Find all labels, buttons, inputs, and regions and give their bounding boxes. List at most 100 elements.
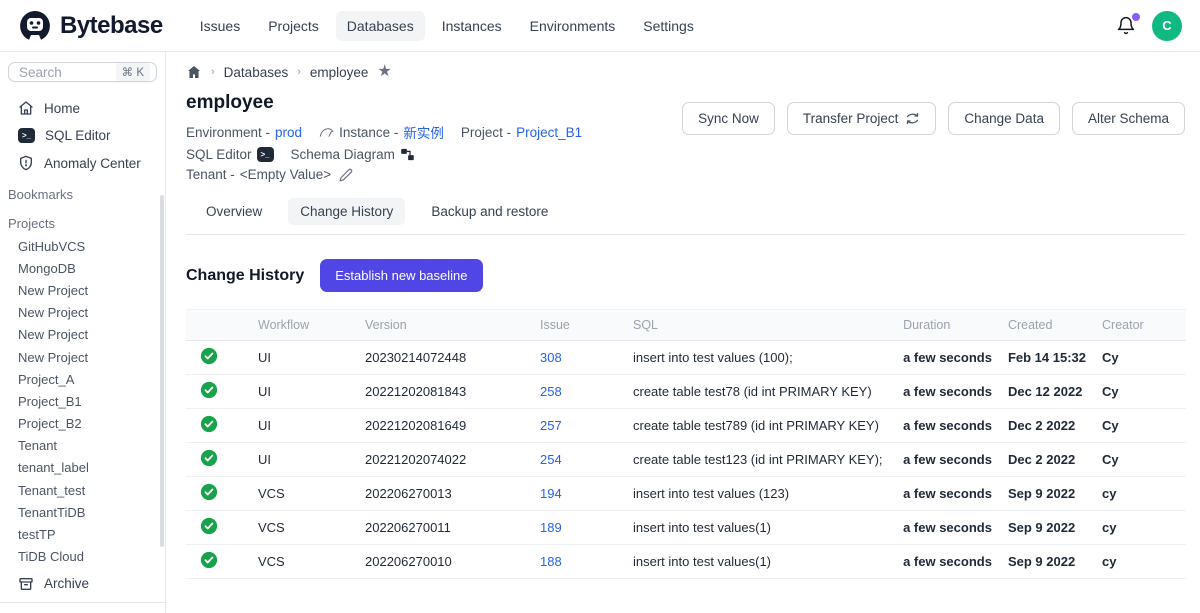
breadcrumb-employee[interactable]: employee xyxy=(310,65,369,80)
instance-link[interactable]: 新实例 xyxy=(403,122,444,142)
sidebar-project-item[interactable]: testTP xyxy=(0,523,165,545)
home-breadcrumb-icon[interactable] xyxy=(186,64,202,80)
edit-pencil-icon[interactable] xyxy=(339,168,353,182)
schema-diagram-icon xyxy=(400,147,415,162)
workflow-cell: VCS xyxy=(250,511,357,545)
nav-item-environments[interactable]: Environments xyxy=(519,11,627,41)
brand-name: Bytebase xyxy=(60,12,163,40)
sql-editor-label: SQL Editor xyxy=(186,147,252,162)
schema-diagram-shortcut[interactable]: Schema Diagram xyxy=(291,147,415,162)
status-column-header xyxy=(186,310,250,341)
sidebar-item-sql-editor[interactable]: >_ SQL Editor xyxy=(0,122,165,149)
sync-now-button[interactable]: Sync Now xyxy=(682,102,775,135)
avatar[interactable]: C xyxy=(1152,11,1182,41)
sidebar-item-anomaly-center[interactable]: Anomaly Center xyxy=(0,149,165,177)
sql-editor-shortcut[interactable]: SQL Editor >_ xyxy=(186,147,274,162)
search-input[interactable] xyxy=(19,65,112,80)
nav-item-databases[interactable]: Databases xyxy=(336,11,425,41)
version-cell: 20221202081843 xyxy=(357,375,532,409)
bytebase-logo-icon xyxy=(18,9,52,43)
version-column-header: Version xyxy=(357,310,532,341)
status-done-icon xyxy=(200,415,218,433)
version-cell: 202206270011 xyxy=(357,511,532,545)
sidebar: ⌘ K Home >_ SQL Editor Anomaly Center xyxy=(0,52,166,613)
sidebar-project-item[interactable]: Tenant xyxy=(0,435,165,457)
issue-link[interactable]: 258 xyxy=(540,384,562,399)
duration-cell: a few seconds xyxy=(895,511,1000,545)
issue-link[interactable]: 188 xyxy=(540,554,562,569)
table-row[interactable]: VCS 202206270010 188 insert into test va… xyxy=(186,545,1186,579)
sidebar-project-item[interactable]: Project_A xyxy=(0,368,165,390)
sidebar-project-item[interactable]: New Project xyxy=(0,302,165,324)
created-cell: Dec 2 2022 xyxy=(1000,409,1094,443)
issue-link[interactable]: 254 xyxy=(540,452,562,467)
status-done-icon xyxy=(200,381,218,399)
table-row[interactable]: UI 20230214072448 308 insert into test v… xyxy=(186,341,1186,375)
sidebar-item-home[interactable]: Home xyxy=(0,94,165,122)
nav-item-projects[interactable]: Projects xyxy=(257,11,330,41)
sidebar-project-item[interactable]: GitHubVCS xyxy=(0,235,165,257)
transfer-project-button[interactable]: Transfer Project xyxy=(787,102,937,135)
sidebar-project-item[interactable]: New Project xyxy=(0,324,165,346)
sidebar-project-item[interactable]: Project_B1 xyxy=(0,390,165,412)
issue-link[interactable]: 189 xyxy=(540,520,562,535)
duration-column-header: Duration xyxy=(895,310,1000,341)
sidebar-item-archive[interactable]: Archive xyxy=(0,568,165,602)
creator-cell: cy xyxy=(1094,477,1186,511)
table-row[interactable]: UI 20221202074022 254 create table test1… xyxy=(186,443,1186,477)
project-label: Project - xyxy=(461,125,511,140)
sidebar-project-item[interactable]: MongoDB xyxy=(0,257,165,279)
sidebar-section-projects: Projects xyxy=(0,206,165,235)
tab-backup-and-restore[interactable]: Backup and restore xyxy=(419,198,560,225)
keyboard-shortcut-badge: ⌘ K xyxy=(116,63,150,81)
alter-schema-button[interactable]: Alter Schema xyxy=(1072,102,1185,135)
establish-baseline-button[interactable]: Establish new baseline xyxy=(320,259,482,292)
status-done-icon xyxy=(200,483,218,501)
sidebar-project-item[interactable]: tenant_label xyxy=(0,457,165,479)
tab-bar: Overview Change History Backup and resto… xyxy=(186,198,1185,235)
change-history-table: Workflow Version Issue SQL Duration Crea… xyxy=(186,309,1186,579)
tab-change-history[interactable]: Change History xyxy=(288,198,405,225)
workflow-cell: UI xyxy=(250,443,357,477)
table-row[interactable]: UI 20221202081649 257 create table test7… xyxy=(186,409,1186,443)
status-done-icon xyxy=(200,517,218,535)
top-navbar: Bytebase Issues Projects Databases Insta… xyxy=(0,0,1200,52)
workflow-cell: VCS xyxy=(250,477,357,511)
favorite-star-icon[interactable]: ★ xyxy=(377,64,391,80)
sidebar-scrollbar[interactable] xyxy=(160,195,164,547)
creator-cell: Cy xyxy=(1094,409,1186,443)
tab-overview[interactable]: Overview xyxy=(194,198,274,225)
page-title: employee xyxy=(186,92,682,114)
sidebar-project-item[interactable]: New Project xyxy=(0,279,165,301)
issue-link[interactable]: 194 xyxy=(540,486,562,501)
table-row[interactable]: UI 20221202081843 258 create table test7… xyxy=(186,375,1186,409)
sidebar-project-item[interactable]: Tenant_test xyxy=(0,479,165,501)
change-data-button[interactable]: Change Data xyxy=(948,102,1060,135)
issue-link[interactable]: 257 xyxy=(540,418,562,433)
created-column-header: Created xyxy=(1000,310,1094,341)
issue-link[interactable]: 308 xyxy=(540,350,562,365)
table-row[interactable]: VCS 202206270011 189 insert into test va… xyxy=(186,511,1186,545)
database-engine-icon xyxy=(319,126,334,139)
breadcrumb-databases[interactable]: Databases xyxy=(224,65,289,80)
environment-link[interactable]: prod xyxy=(275,125,302,140)
plan-label: Enterprise Plan xyxy=(0,602,165,613)
creator-cell: cy xyxy=(1094,545,1186,579)
notification-bell-button[interactable] xyxy=(1116,16,1136,36)
project-link[interactable]: Project_B1 xyxy=(516,125,582,140)
created-cell: Sep 9 2022 xyxy=(1000,477,1094,511)
nav-item-instances[interactable]: Instances xyxy=(431,11,513,41)
creator-cell: cy xyxy=(1094,511,1186,545)
bytebase-logo[interactable]: Bytebase xyxy=(18,9,163,43)
sidebar-project-item[interactable]: TiDB Cloud xyxy=(0,546,165,568)
sidebar-project-item[interactable]: Project_B2 xyxy=(0,413,165,435)
nav-item-settings[interactable]: Settings xyxy=(632,11,705,41)
sidebar-project-item[interactable]: New Project xyxy=(0,346,165,368)
section-title: Change History xyxy=(186,267,304,285)
table-row[interactable]: VCS 202206270013 194 insert into test va… xyxy=(186,477,1186,511)
nav-item-issues[interactable]: Issues xyxy=(189,11,251,41)
search-box[interactable]: ⌘ K xyxy=(8,62,157,82)
creator-cell: Cy xyxy=(1094,375,1186,409)
issue-column-header: Issue xyxy=(532,310,625,341)
sidebar-project-item[interactable]: TenantTiDB xyxy=(0,501,165,523)
